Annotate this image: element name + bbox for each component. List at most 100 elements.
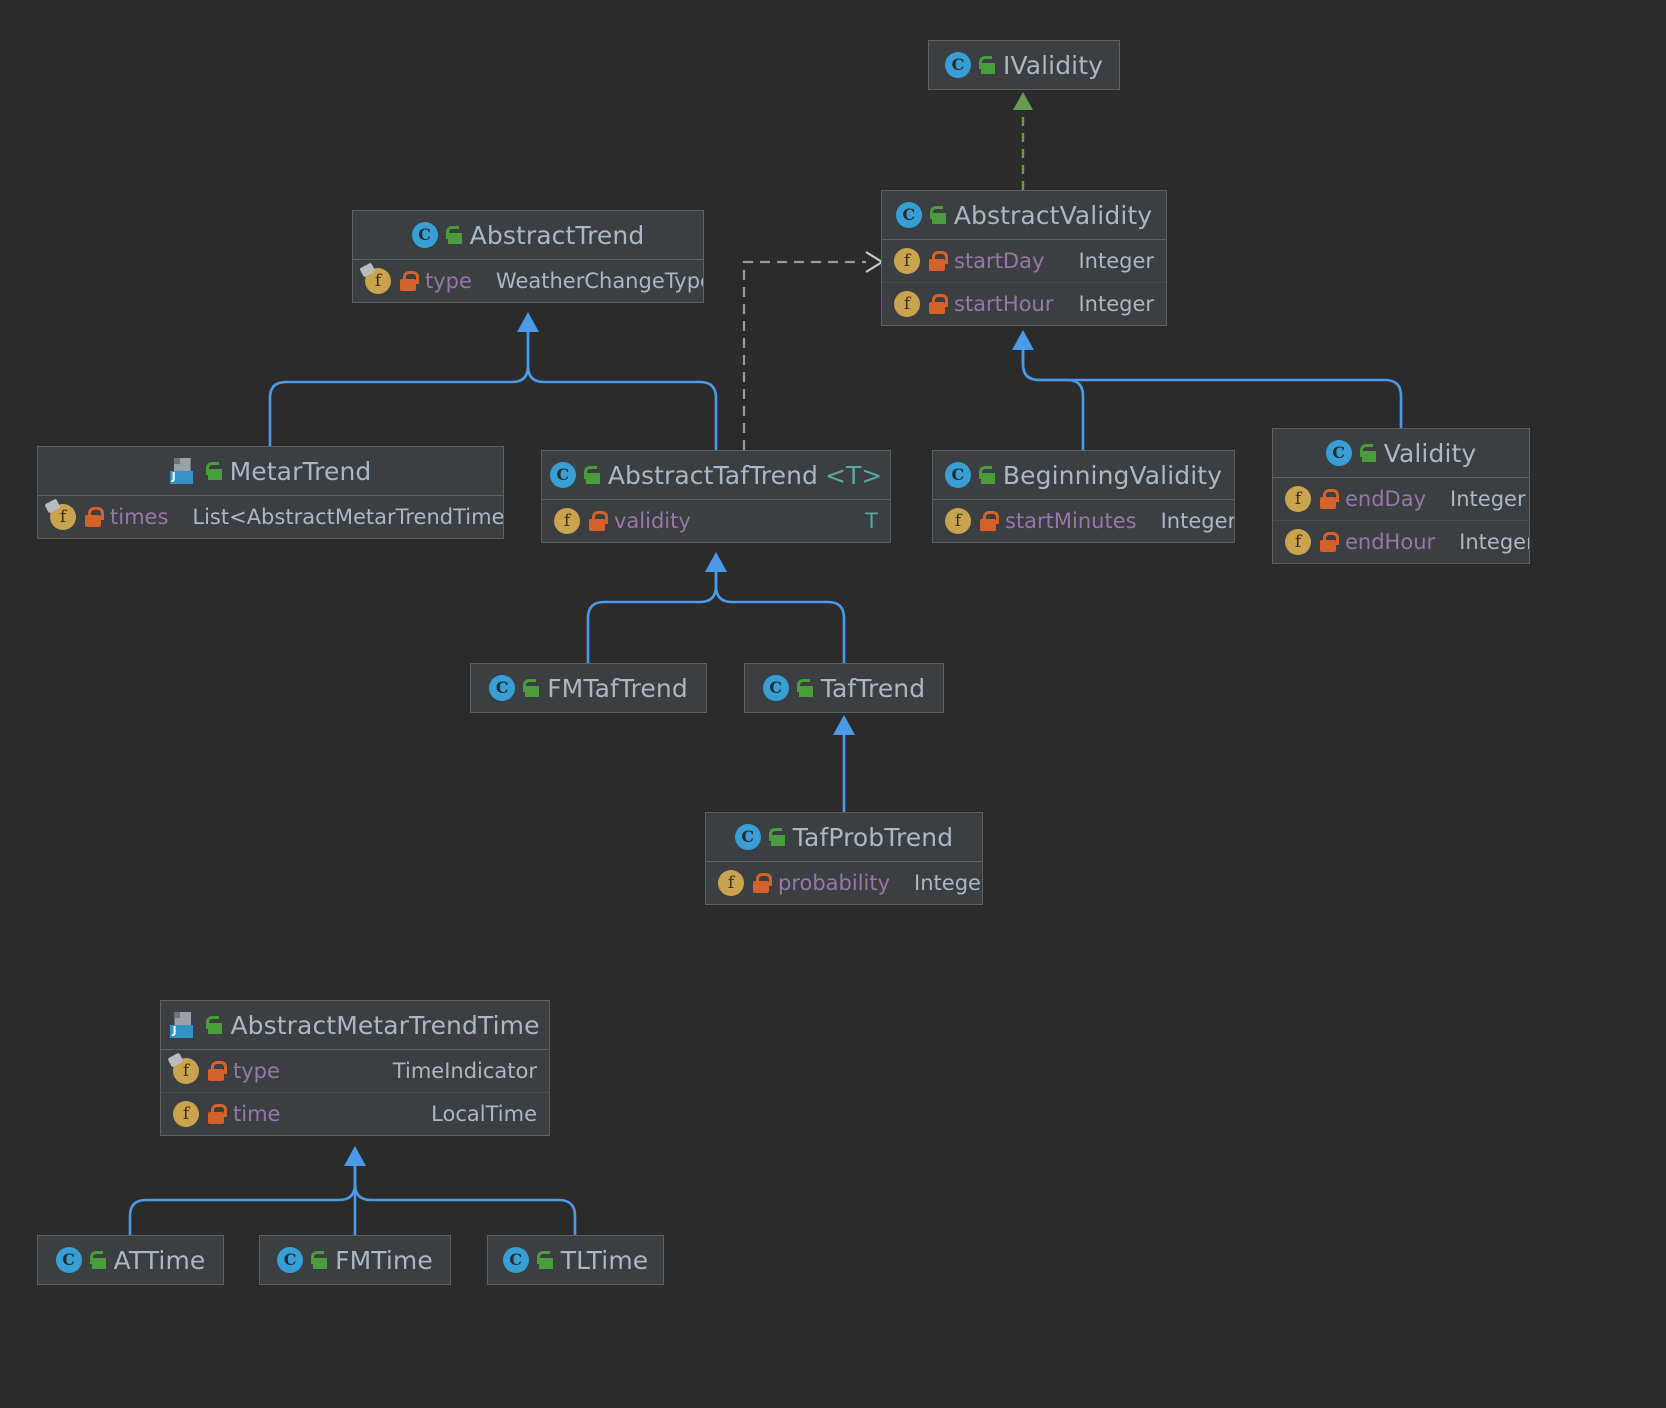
class-node-ivalidity[interactable]: IValidity (928, 40, 1120, 90)
class-name: AbstractValidity (954, 201, 1152, 230)
field-row[interactable]: startHour Integer (882, 282, 1166, 325)
class-members: times List<AbstractMetarTrendTime> (38, 496, 503, 538)
field-type: Integer (1145, 509, 1235, 533)
lock-closed-orange-icon (979, 510, 997, 532)
field-f-icon (365, 268, 391, 294)
class-name: MetarTrend (230, 457, 372, 486)
lock-open-green-icon (205, 461, 223, 481)
class-title: AbstractMetarTrendTime (161, 1001, 549, 1050)
class-node-taftrend[interactable]: TafTrend (744, 663, 944, 713)
field-name: startHour (954, 292, 1054, 316)
field-row[interactable]: type WeatherChangeType (353, 260, 703, 302)
lock-open-green-icon (205, 1015, 223, 1035)
edge-abstracttaftrend-to-abstractvalidity (744, 252, 882, 450)
class-title: AbstractValidity (882, 191, 1166, 240)
lock-closed-orange-icon (588, 510, 606, 532)
class-node-tafprobtrend[interactable]: TafProbTrend probability Integer (705, 812, 983, 905)
field-row[interactable]: startMinutes Integer (933, 500, 1234, 542)
class-name: TafTrend (821, 674, 925, 703)
class-icon (503, 1247, 529, 1273)
class-node-abstracttaftrend[interactable]: AbstractTafTrend <T> validity T (541, 450, 891, 543)
class-node-tltime[interactable]: TLTime (487, 1235, 664, 1285)
class-title: Validity (1273, 429, 1529, 478)
field-name: time (233, 1102, 280, 1126)
field-f-icon (894, 248, 920, 274)
edge-fmtaftrend-to-abstracttaftrend (588, 570, 716, 663)
class-icon (896, 202, 922, 228)
class-title: TafTrend (745, 664, 943, 712)
class-name: FMTime (335, 1246, 433, 1275)
lock-closed-orange-icon (928, 250, 946, 272)
java-file-icon (170, 458, 198, 484)
field-name: validity (614, 509, 691, 533)
field-name: type (425, 269, 472, 293)
field-row[interactable]: endHour Integer (1273, 520, 1529, 563)
field-row[interactable]: validity T (542, 500, 890, 542)
class-members: probability Integer (706, 862, 982, 904)
class-name: IValidity (1003, 51, 1103, 80)
class-title: FMTime (260, 1236, 450, 1284)
class-node-beginningvalidity[interactable]: BeginningValidity startMinutes Integer (932, 450, 1235, 543)
lock-open-green-icon (445, 225, 463, 245)
field-f-icon (1285, 486, 1311, 512)
class-members: startDay Integer startHour Integer (882, 240, 1166, 325)
field-row[interactable]: type TimeIndicator (161, 1050, 549, 1092)
class-node-fmtime[interactable]: FMTime (259, 1235, 451, 1285)
lock-open-green-icon (768, 827, 786, 847)
field-f-icon (173, 1058, 199, 1084)
class-icon (945, 52, 971, 78)
lock-closed-orange-icon (399, 270, 417, 292)
lock-open-green-icon (1359, 443, 1377, 463)
lock-open-green-icon (310, 1250, 328, 1270)
field-name: endHour (1345, 530, 1435, 554)
edge-taftrend-to-abstracttaftrend (705, 552, 844, 663)
class-title: IValidity (929, 41, 1119, 89)
field-type: T (849, 509, 878, 533)
field-name: startDay (954, 249, 1044, 273)
class-node-attime[interactable]: ATTime (37, 1235, 224, 1285)
field-name: endDay (1345, 487, 1426, 511)
class-name: FMTafTrend (547, 674, 688, 703)
class-icon (550, 462, 576, 488)
class-icon (1326, 440, 1352, 466)
class-icon (277, 1247, 303, 1273)
lock-open-green-icon (978, 55, 996, 75)
class-icon (412, 222, 438, 248)
class-icon (945, 462, 971, 488)
field-f-icon (1285, 529, 1311, 555)
class-members: type WeatherChangeType (353, 260, 703, 302)
class-members: type TimeIndicator time LocalTime (161, 1050, 549, 1135)
class-members: validity T (542, 500, 890, 542)
field-f-icon (945, 508, 971, 534)
class-title: AbstractTrend (353, 211, 703, 260)
class-node-abstractmetartrendtime[interactable]: AbstractMetarTrendTime type TimeIndicato… (160, 1000, 550, 1136)
field-row[interactable]: time LocalTime (161, 1092, 549, 1135)
field-type: Integer (1062, 292, 1154, 316)
class-members: startMinutes Integer (933, 500, 1234, 542)
field-type: Integer (1434, 487, 1526, 511)
class-node-abstracttrend[interactable]: AbstractTrend type WeatherChangeType (352, 210, 704, 303)
lock-open-green-icon (536, 1250, 554, 1270)
field-row[interactable]: times List<AbstractMetarTrendTime> (38, 496, 503, 538)
generic-parameter: <T> (825, 461, 882, 490)
class-title: AbstractTafTrend <T> (542, 451, 890, 500)
class-node-validity[interactable]: Validity endDay Integer endHour Integer (1272, 428, 1530, 564)
edge-attime-to-abstractmetartrendtime (130, 1164, 355, 1235)
class-node-abstractvalidity[interactable]: AbstractValidity startDay Integer startH… (881, 190, 1167, 326)
edge-metartrend-to-abstracttrend (270, 330, 528, 446)
field-type: WeatherChangeType (480, 269, 704, 293)
class-node-fmtaftrend[interactable]: FMTafTrend (470, 663, 707, 713)
field-row[interactable]: endDay Integer (1273, 478, 1529, 520)
edge-abstracttaftrend-to-abstracttrend (517, 312, 716, 450)
field-row[interactable]: startDay Integer (882, 240, 1166, 282)
edge-tafprobtrend-to-taftrend (833, 715, 855, 812)
field-name: times (110, 505, 168, 529)
lock-open-green-icon (522, 678, 540, 698)
field-type: List<AbstractMetarTrendTime> (176, 505, 504, 529)
class-node-metartrend[interactable]: MetarTrend times List<AbstractMetarTrend… (37, 446, 504, 539)
field-f-icon (894, 291, 920, 317)
lock-open-green-icon (929, 205, 947, 225)
field-row[interactable]: probability Integer (706, 862, 982, 904)
lock-open-green-icon (583, 465, 601, 485)
lock-closed-orange-icon (752, 872, 770, 894)
